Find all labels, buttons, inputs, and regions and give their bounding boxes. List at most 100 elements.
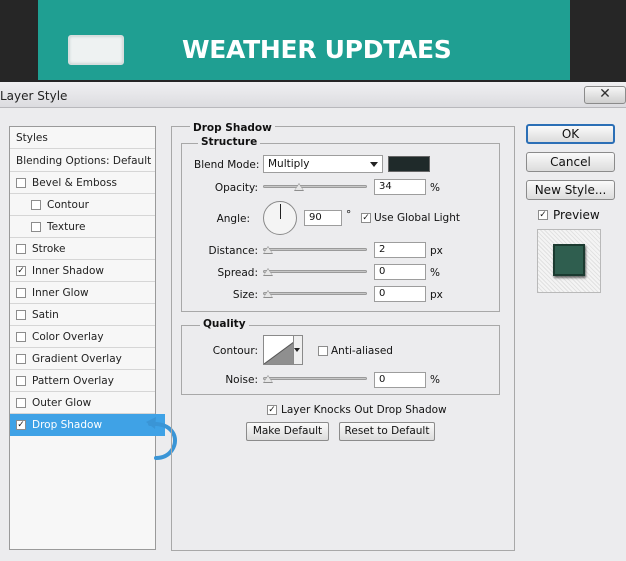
list-item-inner-shadow[interactable]: ✓ Inner Shadow xyxy=(10,260,155,282)
contour-label: Contour: xyxy=(212,345,258,357)
styles-header[interactable]: Styles xyxy=(10,127,155,149)
spread-slider[interactable] xyxy=(263,270,367,273)
list-item-blending-options[interactable]: Blending Options: Default xyxy=(10,150,155,172)
list-item-satin[interactable]: Satin xyxy=(10,304,155,326)
preview-label: Preview xyxy=(553,208,600,222)
dialog-titlebar[interactable]: Layer Style ✕ xyxy=(0,82,626,108)
list-item-bevel-emboss[interactable]: Bevel & Emboss xyxy=(10,172,155,194)
opacity-slider[interactable] xyxy=(263,185,367,188)
noise-unit: % xyxy=(430,374,440,386)
contour-dropdown[interactable] xyxy=(293,335,303,365)
pattern-overlay-checkbox[interactable] xyxy=(16,375,26,386)
size-unit: px xyxy=(430,289,443,301)
opacity-unit: % xyxy=(430,182,440,194)
bevel-emboss-checkbox[interactable] xyxy=(16,177,26,188)
list-item-inner-glow[interactable]: Inner Glow xyxy=(10,282,155,304)
gradient-overlay-checkbox[interactable] xyxy=(16,353,26,364)
preview-option[interactable]: ✓ Preview xyxy=(538,208,600,222)
inner-glow-checkbox[interactable] xyxy=(16,287,26,298)
chevron-down-icon xyxy=(370,162,378,167)
list-item-stroke[interactable]: Stroke xyxy=(10,238,155,260)
anti-aliased-checkbox[interactable] xyxy=(318,346,328,356)
distance-label: Distance: xyxy=(208,245,258,257)
preview-swatch xyxy=(553,244,585,276)
list-item-label: Gradient Overlay xyxy=(32,352,122,365)
satin-checkbox[interactable] xyxy=(16,309,26,320)
list-item-texture[interactable]: Texture xyxy=(10,216,155,238)
drop-shadow-checkbox[interactable]: ✓ xyxy=(16,419,26,430)
list-item-outer-glow[interactable]: Outer Glow xyxy=(10,392,155,414)
knocks-out-option[interactable]: ✓ Layer Knocks Out Drop Shadow xyxy=(267,404,447,416)
list-item-drop-shadow[interactable]: ✓ Drop Shadow xyxy=(10,414,165,436)
dialog-title: Layer Style xyxy=(0,89,68,103)
spread-label: Spread: xyxy=(217,267,258,279)
list-item-label: Outer Glow xyxy=(32,396,92,409)
distance-slider-thumb[interactable] xyxy=(263,246,273,254)
contour-checkbox[interactable] xyxy=(31,199,41,210)
noise-input[interactable]: 0 xyxy=(374,372,426,388)
list-item-label: Inner Shadow xyxy=(32,264,104,277)
inner-shadow-checkbox[interactable]: ✓ xyxy=(16,265,26,276)
new-style-button[interactable]: New Style... xyxy=(526,180,615,200)
list-item-label: Pattern Overlay xyxy=(32,374,114,387)
knocks-out-checkbox[interactable]: ✓ xyxy=(267,405,277,415)
opacity-input[interactable]: 34 xyxy=(374,179,426,195)
list-item-contour[interactable]: Contour xyxy=(10,194,155,216)
distance-input[interactable]: 2 xyxy=(374,242,426,258)
size-label: Size: xyxy=(232,289,258,301)
anti-aliased-option[interactable]: Anti-aliased xyxy=(318,345,393,357)
chevron-down-icon xyxy=(294,348,300,352)
color-overlay-checkbox[interactable] xyxy=(16,331,26,342)
make-default-button[interactable]: Make Default xyxy=(246,422,329,441)
list-item-gradient-overlay[interactable]: Gradient Overlay xyxy=(10,348,155,370)
size-slider-thumb[interactable] xyxy=(263,290,273,298)
distance-slider[interactable] xyxy=(263,248,367,251)
list-item-label: Drop Shadow xyxy=(32,418,103,431)
structure-title: Structure xyxy=(198,136,261,148)
weather-banner: WEATHER UPDTAES xyxy=(38,0,570,80)
blend-mode-label: Blend Mode: xyxy=(194,159,260,171)
banner-badge xyxy=(68,35,124,65)
close-button[interactable]: ✕ xyxy=(584,86,626,104)
angle-unit: ° xyxy=(346,209,352,221)
list-item-label: Bevel & Emboss xyxy=(32,176,118,189)
ok-button[interactable]: OK xyxy=(526,124,615,144)
list-item-label: Texture xyxy=(47,220,86,233)
banner-title: WEATHER UPDTAES xyxy=(182,35,452,64)
preview-checkbox[interactable]: ✓ xyxy=(538,210,548,220)
list-item-label: Inner Glow xyxy=(32,286,89,299)
size-slider[interactable] xyxy=(263,292,367,295)
layer-style-dialog: Layer Style ✕ Styles Blending Options: D… xyxy=(0,82,626,561)
list-item-pattern-overlay[interactable]: Pattern Overlay xyxy=(10,370,155,392)
noise-slider[interactable] xyxy=(263,377,367,380)
use-global-light-label: Use Global Light xyxy=(374,212,460,224)
outer-glow-checkbox[interactable] xyxy=(16,397,26,408)
noise-slider-thumb[interactable] xyxy=(263,375,273,383)
drop-shadow-section-title: Drop Shadow xyxy=(190,122,275,134)
use-global-light-checkbox[interactable]: ✓ xyxy=(361,213,371,223)
quality-title: Quality xyxy=(200,318,249,330)
anti-aliased-label: Anti-aliased xyxy=(331,345,393,357)
list-item-label: Color Overlay xyxy=(32,330,104,343)
spread-slider-thumb[interactable] xyxy=(263,268,273,276)
list-item-color-overlay[interactable]: Color Overlay xyxy=(10,326,155,348)
list-item-label: Contour xyxy=(47,198,89,211)
angle-dial[interactable] xyxy=(263,201,297,235)
angle-needle xyxy=(280,204,281,219)
list-item-label: Blending Options: Default xyxy=(16,154,152,167)
opacity-slider-thumb[interactable] xyxy=(294,183,304,191)
reset-default-button[interactable]: Reset to Default xyxy=(339,422,435,441)
texture-checkbox[interactable] xyxy=(31,221,41,232)
angle-input[interactable]: 90 xyxy=(304,210,342,226)
cancel-button[interactable]: Cancel xyxy=(526,152,615,172)
stroke-checkbox[interactable] xyxy=(16,243,26,254)
spread-input[interactable]: 0 xyxy=(374,264,426,280)
shadow-color-swatch[interactable] xyxy=(388,156,430,172)
blend-mode-select[interactable]: Multiply xyxy=(263,155,383,173)
close-icon: ✕ xyxy=(599,86,611,102)
list-item-label: Satin xyxy=(32,308,59,321)
styles-list: Styles Blending Options: Default Bevel &… xyxy=(9,126,165,550)
opacity-label: Opacity: xyxy=(214,182,258,194)
use-global-light-option[interactable]: ✓ Use Global Light xyxy=(361,212,460,224)
size-input[interactable]: 0 xyxy=(374,286,426,302)
